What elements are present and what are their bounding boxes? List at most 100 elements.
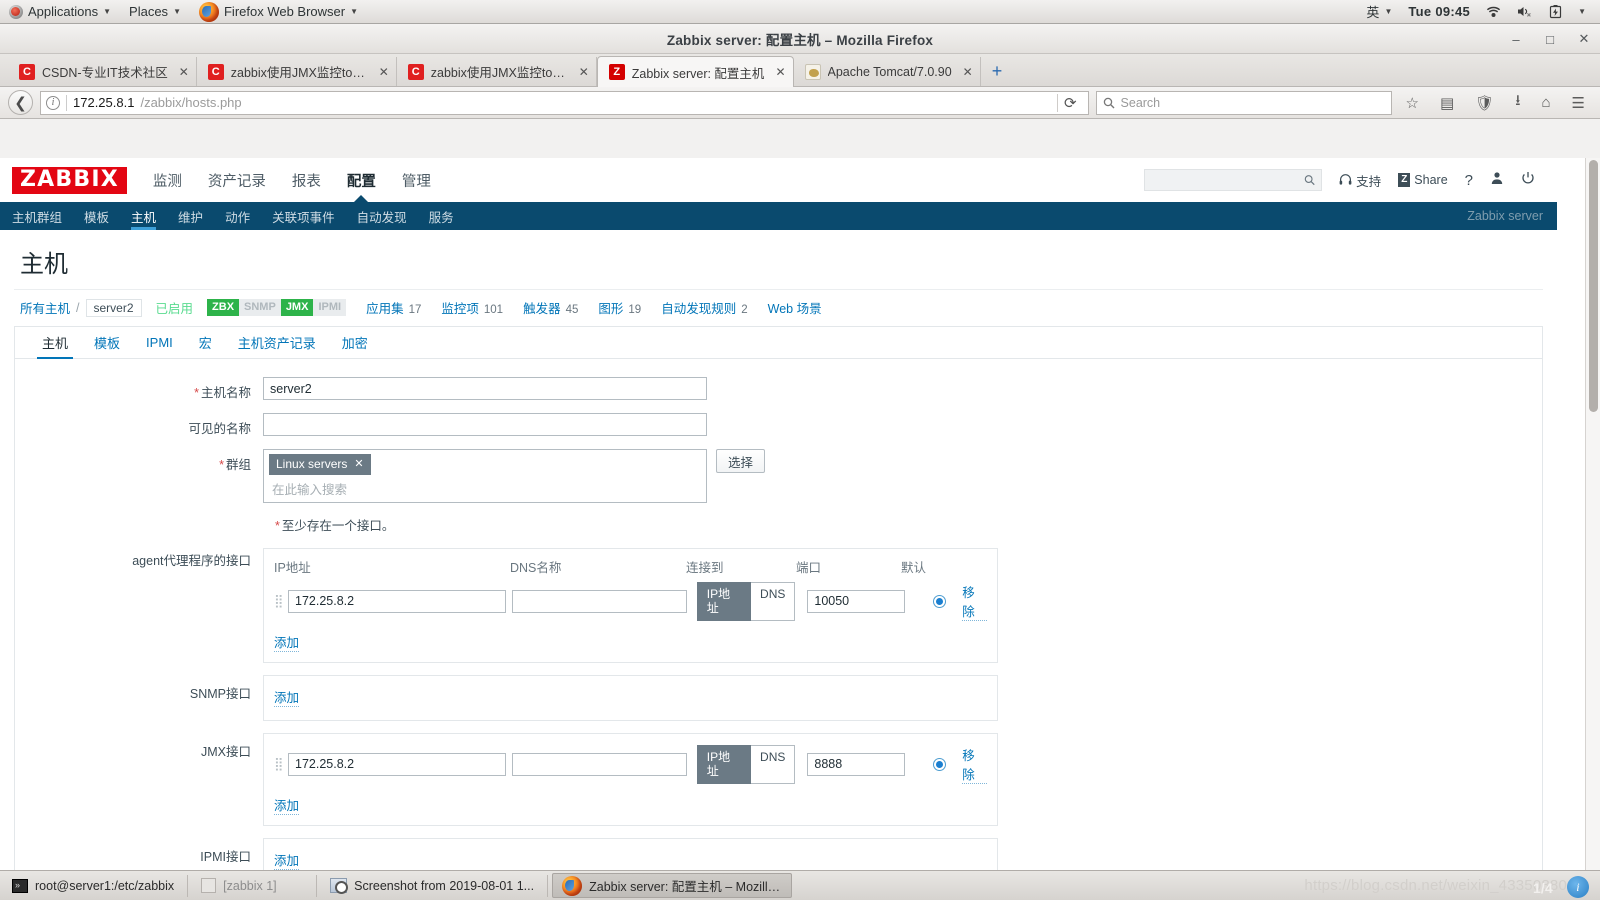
tab-host[interactable]: 主机 — [29, 327, 81, 359]
tab-close-icon[interactable]: ✕ — [179, 65, 189, 79]
browser-tab-2[interactable]: C zabbix使用JMX监控tomc... ✕ — [397, 57, 597, 86]
page-info-icon[interactable]: i — [46, 95, 60, 110]
snmp-add-link[interactable]: 添加 — [274, 687, 300, 707]
main-menu-configuration[interactable]: 配置 — [347, 158, 376, 202]
tab-close-icon[interactable]: ✕ — [775, 65, 785, 79]
agent-default-radio[interactable] — [933, 594, 947, 608]
host-name-input[interactable] — [263, 377, 707, 400]
agent-connect-ip-option[interactable]: IP地址 — [696, 581, 752, 621]
breadcrumb-host[interactable]: server2 — [85, 298, 142, 317]
jmx-ip-input[interactable] — [288, 752, 506, 776]
menu-icon[interactable]: ☰ — [1565, 94, 1592, 112]
zabbix-logo[interactable]: ZABBIX — [12, 166, 127, 194]
library-icon[interactable]: ▤ — [1433, 94, 1461, 112]
agent-remove-link[interactable]: 移除 — [962, 582, 987, 621]
stat-label[interactable]: 图形 — [598, 298, 623, 317]
agent-connect-dns-option[interactable]: DNS — [751, 581, 796, 621]
host-status-badge[interactable]: 已启用 — [156, 298, 194, 317]
stat-label[interactable]: Web 场景 — [768, 298, 822, 317]
browser-tab-4[interactable]: Apache Tomcat/7.0.90 ✕ — [794, 57, 981, 86]
protocol-badge-zbx[interactable]: ZBX — [207, 299, 240, 316]
taskbar-item-terminal[interactable]: root@server1:/etc/zabbix — [3, 873, 183, 898]
protocol-badge-ipmi[interactable]: IPMI — [313, 299, 347, 316]
wifi-icon[interactable] — [1478, 0, 1509, 24]
home-icon[interactable]: ⌂ — [1534, 94, 1557, 111]
page-scrollbar[interactable] — [1585, 158, 1600, 880]
help-icon[interactable]: ? — [1465, 172, 1473, 189]
scrollbar-thumb[interactable] — [1589, 160, 1598, 412]
share-link[interactable]: Z Share — [1398, 173, 1448, 187]
star-icon[interactable]: ☆ — [1399, 94, 1426, 112]
taskbar-item-screenshot[interactable]: Screenshot from 2019-08-01 1... — [321, 873, 543, 898]
group-chip[interactable]: Linux servers ✕ — [269, 454, 371, 475]
reload-icon[interactable]: ⟳ — [1056, 93, 1083, 112]
protocol-badge-jmx[interactable]: JMX — [280, 299, 314, 316]
select-groups-button[interactable]: 选择 — [716, 449, 766, 473]
clock[interactable]: Tue 09:45 — [1400, 0, 1478, 24]
browser-tab-0[interactable]: C CSDN-专业IT技术社区 ✕ — [8, 57, 197, 86]
stat-label[interactable]: 触发器 — [523, 298, 561, 317]
tab-ipmi[interactable]: IPMI — [133, 327, 186, 359]
tab-macros[interactable]: 宏 — [186, 327, 225, 359]
groups-multiselect[interactable]: Linux servers ✕ 在此输入搜索 — [263, 449, 707, 503]
agent-dns-input[interactable] — [511, 589, 687, 613]
input-method-indicator[interactable]: 英 ▼ — [1358, 0, 1400, 24]
battery-icon[interactable] — [1541, 0, 1570, 24]
applications-menu[interactable]: Applications ▼ — [0, 0, 120, 24]
submenu-services[interactable]: 服务 — [429, 202, 454, 230]
main-menu-inventory[interactable]: 资产记录 — [208, 158, 266, 202]
protocol-badge-snmp[interactable]: SNMP — [239, 299, 281, 316]
submenu-maintenance[interactable]: 维护 — [178, 202, 203, 230]
browser-tab-3-active[interactable]: Z Zabbix server: 配置主机 ✕ — [596, 56, 794, 87]
submenu-host-groups[interactable]: 主机群组 — [12, 202, 62, 230]
breadcrumb-all-hosts[interactable]: 所有主机 — [20, 298, 70, 317]
jmx-port-input[interactable] — [807, 752, 906, 776]
taskbar-item-firefox-active[interactable]: Zabbix server: 配置主机 – Mozilla... — [552, 873, 793, 898]
jmx-add-link[interactable]: 添加 — [274, 795, 300, 815]
close-button[interactable]: ✕ — [1576, 31, 1592, 47]
support-link[interactable]: 支持 — [1339, 171, 1381, 190]
tab-encryption[interactable]: 加密 — [329, 327, 381, 359]
download-icon[interactable]: ⭳ — [1508, 90, 1527, 115]
jmx-connect-dns-option[interactable]: DNS — [751, 744, 796, 784]
user-icon[interactable] — [1490, 171, 1504, 189]
browser-tab-1[interactable]: C zabbix使用JMX监控tomc... ✕ — [197, 57, 397, 86]
shield-icon[interactable]: 🛡 — [1468, 94, 1501, 112]
jmx-default-radio[interactable] — [933, 757, 947, 771]
stat-label[interactable]: 应用集 — [366, 298, 404, 317]
stat-label[interactable]: 监控项 — [441, 298, 479, 317]
panel-menu-caret[interactable]: ▼ — [1570, 0, 1594, 24]
power-icon[interactable] — [1521, 171, 1535, 189]
volume-muted-icon[interactable] — [1509, 0, 1541, 24]
drag-handle-icon[interactable] — [274, 761, 282, 767]
close-icon[interactable]: ✕ — [354, 457, 363, 472]
firefox-app-menu[interactable]: Firefox Web Browser ▼ — [190, 0, 367, 24]
tab-close-icon[interactable]: ✕ — [379, 65, 389, 79]
search-bar[interactable]: Search — [1095, 90, 1392, 115]
agent-add-link[interactable]: 添加 — [274, 632, 300, 652]
back-arrow-icon[interactable]: ❮ — [8, 90, 33, 115]
main-menu-administration[interactable]: 管理 — [402, 158, 431, 202]
groups-search-placeholder[interactable]: 在此输入搜索 — [269, 475, 701, 498]
tab-close-icon[interactable]: ✕ — [963, 65, 973, 79]
jmx-connect-ip-option[interactable]: IP地址 — [696, 744, 752, 784]
drag-handle-icon[interactable] — [274, 598, 282, 604]
jmx-remove-link[interactable]: 移除 — [962, 745, 987, 784]
taskbar-item-zabbix-window[interactable]: [zabbix 1] — [192, 873, 312, 898]
stat-label[interactable]: 自动发现规则 — [661, 298, 736, 317]
jmx-dns-input[interactable] — [511, 752, 687, 776]
new-tab-button[interactable]: + — [981, 57, 1014, 86]
submenu-correlation[interactable]: 关联项事件 — [272, 202, 335, 230]
submenu-discovery[interactable]: 自动发现 — [357, 202, 407, 230]
tab-host-inventory[interactable]: 主机资产记录 — [225, 327, 329, 359]
submenu-templates[interactable]: 模板 — [84, 202, 109, 230]
ipmi-add-link[interactable]: 添加 — [274, 850, 300, 870]
submenu-actions[interactable]: 动作 — [225, 202, 250, 230]
url-bar[interactable]: i 172.25.8.1 /zabbix/hosts.php ⟳ — [40, 90, 1089, 115]
tab-templates[interactable]: 模板 — [81, 327, 133, 359]
submenu-hosts[interactable]: 主机 — [131, 202, 157, 230]
visible-name-input[interactable] — [263, 413, 707, 436]
maximize-button[interactable]: □ — [1542, 32, 1558, 47]
tab-close-icon[interactable]: ✕ — [579, 65, 589, 79]
agent-port-input[interactable] — [807, 589, 906, 613]
